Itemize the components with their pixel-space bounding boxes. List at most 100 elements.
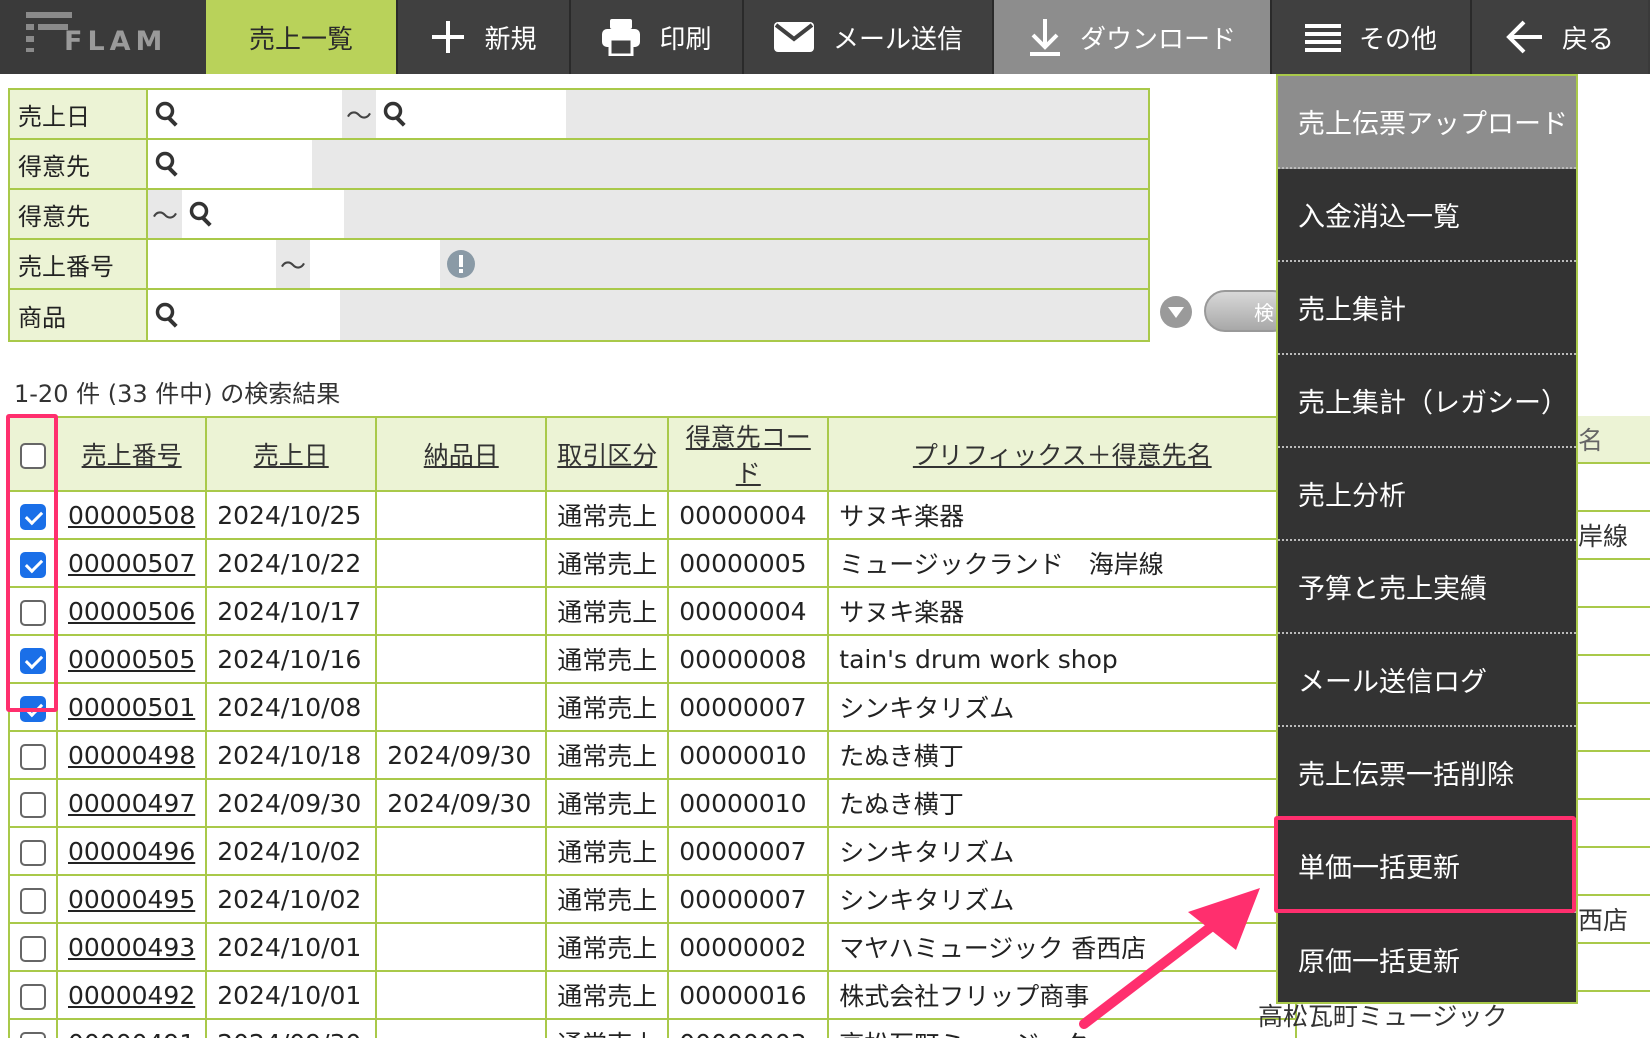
- customer-name-cell: シンキタリズム: [827, 826, 1298, 876]
- sales-no-cell: 00000491: [55, 1018, 208, 1038]
- sales-no-link[interactable]: 00000495: [68, 885, 195, 914]
- customer-input[interactable]: [148, 140, 312, 188]
- sales-no-to-input[interactable]: [310, 240, 441, 288]
- customer-name-cell: たぬき横丁: [827, 778, 1298, 828]
- peek-cell: [1578, 704, 1650, 752]
- sales-no-from-input[interactable]: [148, 240, 276, 288]
- customer-code-cell: 00000007: [667, 826, 830, 876]
- delivery-date-cell: [375, 1018, 548, 1038]
- customer-to-input[interactable]: [182, 190, 345, 238]
- column-header-delivery-date[interactable]: 納品日: [375, 416, 548, 492]
- product-input[interactable]: [148, 290, 340, 340]
- sales-no-link[interactable]: 00000505: [68, 645, 195, 674]
- peek-cell: [1578, 752, 1650, 800]
- new-button[interactable]: 新規: [398, 0, 571, 74]
- row-select-cell: [8, 922, 58, 972]
- send-mail-button[interactable]: メール送信: [744, 0, 994, 74]
- back-button[interactable]: 戻る: [1472, 0, 1648, 74]
- search-icon: [155, 151, 178, 177]
- sales-no-link[interactable]: 00000497: [68, 789, 195, 818]
- row-checkbox[interactable]: [20, 791, 46, 818]
- menu-item[interactable]: 売上分析: [1278, 448, 1576, 541]
- customer-code-cell: 00000003: [667, 1018, 830, 1038]
- customer-code-cell: 00000016: [667, 970, 830, 1020]
- sales-date-cell: 2024/10/02: [205, 826, 378, 876]
- menu-item[interactable]: 売上集計: [1278, 262, 1576, 355]
- table-row: 00000506 2024/10/17 通常売上 00000004 サヌキ楽器: [8, 586, 1298, 636]
- menu-item[interactable]: メール送信ログ: [1278, 634, 1576, 727]
- sales-date-to-input[interactable]: [376, 90, 567, 138]
- sales-date-cell: 2024/10/08: [205, 682, 378, 732]
- transaction-type-cell: 通常売上: [545, 538, 670, 588]
- info-icon[interactable]: [446, 249, 476, 279]
- menu-item[interactable]: 予算と売上実績: [1278, 541, 1576, 634]
- sales-no-link[interactable]: 00000498: [68, 741, 195, 770]
- tab-sales-list[interactable]: 売上一覧: [206, 0, 398, 74]
- other-menu-button[interactable]: その他: [1272, 0, 1472, 74]
- sales-no-link[interactable]: 00000492: [68, 981, 195, 1010]
- sales-no-cell: 00000507: [55, 538, 208, 588]
- menu-item[interactable]: 売上集計（レガシー）: [1278, 355, 1576, 448]
- transaction-type-cell: 通常売上: [545, 826, 670, 876]
- expand-search-button[interactable]: [1160, 296, 1192, 328]
- print-button[interactable]: 印刷: [571, 0, 744, 74]
- row-checkbox[interactable]: [20, 1031, 46, 1038]
- customer-code-cell: 00000002: [667, 922, 830, 972]
- menu-item[interactable]: 入金消込一覧: [1278, 169, 1576, 262]
- hamburger-icon: [1304, 24, 1341, 52]
- delivery-date-cell: [375, 634, 548, 684]
- delivery-date-cell: [375, 490, 548, 540]
- new-button-label: 新規: [484, 24, 537, 55]
- row-select-cell: [8, 730, 58, 780]
- sales-date-cell: 2024/10/18: [205, 730, 378, 780]
- search-icon: [155, 302, 178, 328]
- delivery-date-cell: 2024/09/30: [375, 778, 548, 828]
- row-checkbox[interactable]: [20, 839, 46, 866]
- sales-no-link[interactable]: 00000507: [68, 549, 195, 578]
- product-label: 商品: [10, 290, 148, 340]
- search-form: 売上日 〜 得意先 得意先 〜 売上番号 〜 商品: [8, 88, 1150, 342]
- delivery-date-cell: [375, 826, 548, 876]
- column-header-customer-code[interactable]: 得意先コード: [667, 416, 830, 492]
- row-checkbox[interactable]: [20, 983, 46, 1010]
- row-checkbox[interactable]: [20, 935, 46, 962]
- column-header-customer-name[interactable]: プリフィックス＋得意先名: [827, 416, 1298, 492]
- sales-no-link[interactable]: 00000491: [68, 1029, 195, 1038]
- sales-no-link[interactable]: 00000493: [68, 933, 195, 962]
- envelope-icon: [773, 22, 814, 52]
- menu-item-highlight: [1274, 816, 1576, 913]
- range-tilde: 〜: [346, 101, 373, 132]
- column-header-transaction-type[interactable]: 取引区分: [545, 416, 670, 492]
- sales-date-cell: 2024/09/30: [205, 1018, 378, 1038]
- row-select-cell: [8, 874, 58, 924]
- sales-no-link[interactable]: 00000501: [68, 693, 195, 722]
- peek-cell: [1578, 800, 1650, 848]
- search-icon: [189, 201, 212, 227]
- sales-no-link[interactable]: 00000506: [68, 597, 195, 626]
- row-checkbox[interactable]: [20, 887, 46, 914]
- search-row-sales-no: 売上番号 〜: [10, 240, 1148, 290]
- column-header-sales-date[interactable]: 売上日: [205, 416, 378, 492]
- search-icon: [383, 101, 406, 127]
- sales-date-cell: 2024/10/16: [205, 634, 378, 684]
- customer2-label: 得意先: [10, 190, 148, 238]
- app-logo[interactable]: FLAM: [0, 0, 206, 74]
- sales-no-cell: 00000498: [55, 730, 208, 780]
- menu-item[interactable]: 売上伝票アップロード: [1278, 76, 1576, 169]
- table-row: 00000498 2024/10/18 2024/09/30 通常売上 00000010…: [8, 730, 1298, 780]
- peek-cell: 岸線: [1578, 512, 1650, 560]
- sales-date-from-input[interactable]: [148, 90, 342, 138]
- column-header-sales-no[interactable]: 売上番号: [55, 416, 208, 492]
- sales-date-label: 売上日: [10, 90, 148, 138]
- sales-no-cell: 00000506: [55, 586, 208, 636]
- sales-no-link[interactable]: 00000508: [68, 501, 195, 530]
- sales-date-cell: 2024/10/02: [205, 874, 378, 924]
- row-checkbox[interactable]: [20, 743, 46, 770]
- sales-no-link[interactable]: 00000496: [68, 837, 195, 866]
- menu-item[interactable]: 売上伝票一括削除: [1278, 727, 1576, 820]
- peek-cell: [1578, 848, 1650, 896]
- download-button[interactable]: ダウンロード: [994, 0, 1272, 74]
- delivery-date-cell: [375, 922, 548, 972]
- menu-item[interactable]: 原価一括更新: [1278, 913, 1576, 1006]
- search-row-customer: 得意先: [10, 140, 1148, 190]
